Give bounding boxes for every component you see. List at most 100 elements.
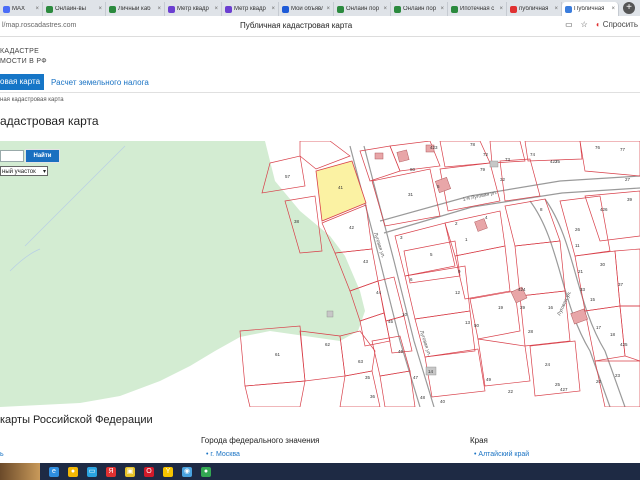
forest-area — [0, 141, 365, 407]
parcel-number-label: 14 — [428, 369, 434, 374]
parcel-number-label: 425 — [620, 342, 628, 347]
region-link-altai[interactable]: • Алтайский край — [474, 451, 529, 458]
yandex-browser-icon[interactable]: Y — [163, 466, 173, 477]
ask-label: Спросить — [602, 20, 638, 29]
parcel-number-label: 426 — [600, 207, 608, 212]
browser-tab[interactable]: Публичная × — [562, 2, 619, 16]
logo-line-1: КАДАСТРЕ — [0, 48, 40, 55]
tab-close-icon[interactable]: × — [440, 6, 444, 12]
tab-favicon-icon — [3, 5, 10, 13]
tab-label: Онлайн-вы — [55, 6, 86, 12]
road — [363, 145, 435, 407]
tab-favicon-icon — [510, 5, 517, 13]
yandex-icon[interactable]: Я — [106, 466, 116, 477]
tab-close-icon[interactable]: × — [157, 6, 161, 12]
search-button[interactable]: Найти — [25, 149, 60, 163]
parcel-number-label: 43 — [363, 259, 369, 264]
ask-button[interactable]: ◐ Спросить — [596, 20, 638, 29]
parcel-number-label: 79 — [480, 167, 486, 172]
store-icon[interactable]: ▣ — [125, 466, 135, 477]
browser-tab[interactable]: Метр квадр × — [165, 2, 222, 16]
browser-tab[interactable]: Онлайн пор × — [391, 2, 448, 16]
parcel-number-label: 37 — [618, 282, 624, 287]
nav-item-land-tax[interactable]: Расчет земельного налога — [51, 78, 149, 87]
breadcrumb[interactable]: ная кадастровая карта — [0, 97, 64, 103]
tab-label: Публичная — [574, 6, 605, 12]
url-field[interactable]: l/map.roscadastres.com — [2, 22, 76, 29]
parcel-number-label: 26 — [575, 227, 581, 232]
tab-close-icon[interactable]: × — [383, 6, 387, 12]
opera-icon[interactable]: O — [144, 466, 154, 477]
tab-label: Ипотечная с — [460, 6, 495, 12]
parcel-number-label: 424 — [518, 287, 526, 292]
browser-tab[interactable]: Ипотечная с × — [448, 2, 507, 16]
edge-icon[interactable]: e — [49, 466, 59, 477]
chrome2-icon[interactable]: ● — [201, 466, 211, 477]
taskbar-weather-widget[interactable] — [0, 463, 40, 480]
chrome-icon[interactable]: ● — [68, 466, 78, 477]
nav-item-cadastral-map[interactable]: овая карта — [0, 74, 45, 90]
object-type-select[interactable]: ный участок ▾ — [0, 166, 48, 176]
region-link-moscow[interactable]: • г. Москва — [206, 451, 240, 458]
parcel-number-label: 5 — [430, 252, 433, 257]
cadastral-map[interactable]: Луговая ул. Луговая ул. 1-я Луговая ул. … — [0, 141, 640, 407]
map-canvas[interactable]: Луговая ул. Луговая ул. 1-я Луговая ул. … — [0, 141, 640, 407]
tab-close-icon[interactable]: × — [35, 6, 39, 12]
browser-tab[interactable]: публичная × — [507, 2, 562, 16]
tab-close-icon[interactable]: × — [611, 6, 615, 12]
browser-tab[interactable]: Личный каб × — [106, 2, 165, 16]
parcel-number-label: 24 — [545, 362, 551, 367]
tab-close-icon[interactable]: × — [499, 6, 503, 12]
browser-tab[interactable]: Мои объявл × — [279, 2, 334, 16]
parcel-number-label: 63 — [358, 359, 364, 364]
parcel-number-label: 48 — [420, 395, 426, 400]
bookmark-star-icon[interactable]: ☆ — [581, 20, 588, 29]
parcel-number-label: 427 — [560, 387, 568, 392]
tab-close-icon[interactable]: × — [554, 6, 558, 12]
parcel-number-label: 15 — [590, 297, 596, 302]
tab-close-icon[interactable]: × — [271, 6, 275, 12]
parcel-number-label: 41 — [338, 185, 344, 190]
tab-label: Метр квадр — [234, 6, 266, 12]
tab-close-icon[interactable]: × — [98, 6, 102, 12]
tab-favicon-icon — [565, 5, 572, 13]
road — [544, 198, 626, 407]
parcel-number-label: 45 — [388, 319, 394, 324]
browser-tab[interactable]: Онлайн-вы × — [43, 2, 106, 16]
parcel-number-label: 4 — [485, 215, 488, 220]
road — [379, 175, 640, 222]
parcel-number-label: 6 — [410, 277, 413, 282]
tab-label: Онлайн пор — [403, 6, 437, 12]
parcel-number-label: 62 — [325, 342, 331, 347]
browser-tab-strip: MAX × Онлайн-вы × Личный каб × Метр квадр × Метр… — [0, 0, 640, 16]
camera-icon[interactable]: ◉ — [182, 466, 192, 477]
parcel-number-label: 11 — [575, 243, 580, 248]
parcel-number-label: 21 — [578, 269, 584, 274]
explorer-icon[interactable]: ▭ — [87, 466, 97, 477]
parcel-number-label: 22 — [508, 389, 514, 394]
tab-label: MAX — [12, 6, 26, 12]
browser-actions: ▭ ☆ ◐ Спросить — [565, 20, 638, 29]
browser-tab[interactable]: Онлайн пор × — [334, 2, 391, 16]
new-tab-button[interactable]: + — [623, 2, 635, 14]
parcel-number-label: 76 — [595, 145, 601, 150]
tab-close-icon[interactable]: × — [326, 6, 330, 12]
site-logo[interactable]: КАДАСТРЕ МОСТИ В РФ — [0, 47, 47, 67]
nav-divider — [0, 92, 640, 93]
road-label: Луговая ул. — [372, 232, 386, 259]
parcel-number-label: 31 — [408, 192, 414, 197]
browser-tab[interactable]: MAX × — [0, 2, 43, 16]
selected-parcel — [315, 160, 367, 222]
region-link[interactable]: ь — [0, 451, 4, 458]
parcel-number-label: 422 — [550, 159, 558, 164]
parcel-number-label: 61 — [275, 352, 281, 357]
tab-favicon-icon — [109, 5, 116, 13]
bookmarks-icon[interactable]: ▭ — [565, 20, 573, 29]
tab-close-icon[interactable]: × — [214, 6, 218, 12]
search-input[interactable] — [0, 150, 24, 162]
region-link-label: Алтайский край — [478, 451, 530, 458]
os-taskbar: e ● ▭ Я ▣ O Y ◉ ● — [0, 463, 640, 480]
parcel-number-label: 9 — [458, 269, 461, 274]
browser-tab[interactable]: Метр квадр × — [222, 2, 279, 16]
parcel-number-label: 20 — [596, 379, 602, 384]
